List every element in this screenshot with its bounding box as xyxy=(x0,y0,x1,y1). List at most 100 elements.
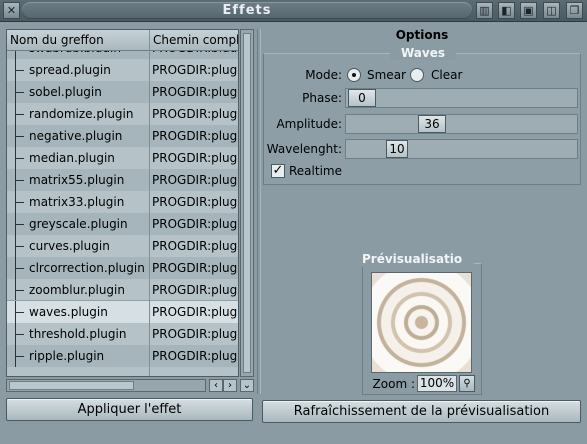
realtime-checkbox[interactable]: ✓ xyxy=(271,164,285,178)
plugin-path: PROGDIR:plugi xyxy=(152,51,238,52)
plugin-list[interactable]: Nom du greffon Chemin comple swaprgb.plu… xyxy=(6,29,239,377)
plugin-path: PROGDIR:plugi xyxy=(152,63,239,77)
options-title: Options xyxy=(395,28,449,42)
plugin-path: PROGDIR:plugi xyxy=(152,195,239,209)
panel-splitter[interactable] xyxy=(257,29,261,394)
amplitude-slider[interactable]: 36 xyxy=(345,114,578,134)
plugin-name: curves.plugin xyxy=(29,239,110,253)
list-item[interactable]: median.plugin PROGDIR:plugi xyxy=(7,147,239,169)
magnifier-icon[interactable]: ⚲ xyxy=(459,375,475,392)
list-item[interactable]: threshold.plugin PROGDIR:plugi xyxy=(7,323,239,345)
zoom-value[interactable]: 100% xyxy=(417,375,457,392)
horizontal-scrollbar[interactable] xyxy=(6,379,206,392)
amplitude-label: Amplitude: xyxy=(276,117,342,131)
plugin-name: ripple.plugin xyxy=(29,349,105,363)
list-item[interactable]: spread.plugin PROGDIR:plugi xyxy=(7,59,239,81)
mode-clear-label[interactable]: Clear xyxy=(431,65,462,85)
phase-slider-knob[interactable]: 0 xyxy=(348,89,376,107)
title-pill: Effets xyxy=(22,2,472,19)
tree-line-icon xyxy=(15,345,25,367)
vertical-scroll-thumb[interactable] xyxy=(243,33,251,373)
plugin-name: median.plugin xyxy=(29,151,115,165)
plugin-path: PROGDIR:plugi xyxy=(152,239,239,253)
iconify-icon[interactable]: ▥ xyxy=(476,2,493,19)
mode-smear-label[interactable]: Smear xyxy=(367,65,406,85)
waves-group-title: Waves xyxy=(390,46,456,60)
list-item[interactable]: ripple.plugin PROGDIR:plugi xyxy=(7,345,239,367)
refresh-preview-button[interactable]: Rafraîchissement de la prévisualisation xyxy=(262,400,581,423)
tree-line-icon xyxy=(15,213,25,235)
list-item[interactable]: curves.plugin PROGDIR:plugi xyxy=(7,235,239,257)
wavelength-slider-knob[interactable]: 10 xyxy=(386,140,408,158)
plugin-path: PROGDIR:plugi xyxy=(152,107,239,121)
list-rows: swaprgb.pluginPROGDIR:plugispread.plugin… xyxy=(7,51,239,367)
preview-image xyxy=(371,272,472,373)
mode-radio-smear[interactable] xyxy=(347,68,361,82)
popup-icon[interactable]: ▣ xyxy=(520,2,537,19)
plugin-path: PROGDIR:plugi xyxy=(152,305,239,319)
plugin-path: PROGDIR:plugi xyxy=(152,349,239,363)
vertical-scrollbar[interactable] xyxy=(240,29,254,377)
list-item[interactable]: randomize.plugin PROGDIR:plugi xyxy=(7,103,239,125)
tree-line-icon xyxy=(15,323,25,345)
close-icon[interactable]: ✕ xyxy=(3,2,20,19)
wavelength-label: Wavelenght: xyxy=(266,142,342,156)
phase-slider[interactable]: 0 xyxy=(345,88,578,108)
list-item[interactable]: swaprgb.pluginPROGDIR:plugi xyxy=(7,51,238,59)
list-item[interactable]: clrcorrection.plugin PROGDIR:plugi xyxy=(7,257,239,279)
depth-icon[interactable]: ❐ xyxy=(566,2,583,19)
tree-line-icon xyxy=(15,125,25,147)
plugin-name: spread.plugin xyxy=(29,63,111,77)
mode-radio-clear[interactable] xyxy=(410,68,424,82)
phase-label: Phase: xyxy=(302,91,342,105)
tree-line-icon xyxy=(15,169,25,191)
plugin-name: swaprgb.plugin xyxy=(29,51,149,52)
plugin-name: matrix33.plugin xyxy=(29,195,125,209)
list-item[interactable]: negative.plugin PROGDIR:plugi xyxy=(7,125,238,147)
snapshot-icon[interactable]: ◧ xyxy=(498,2,515,19)
column-header-path[interactable]: Chemin comple xyxy=(150,30,238,51)
plugin-path: PROGDIR:plugi xyxy=(152,173,239,187)
plugin-path: PROGDIR:plugi xyxy=(152,85,239,99)
list-item[interactable]: matrix33.plugin PROGDIR:plugi xyxy=(7,191,239,213)
list-item[interactable]: matrix55.plugin PROGDIR:plugi xyxy=(7,169,239,191)
plugin-path: PROGDIR:plugi xyxy=(152,151,239,165)
scroll-left-icon[interactable]: ‹ xyxy=(209,379,223,392)
column-header-name[interactable]: Nom du greffon xyxy=(7,30,149,51)
list-header: Nom du greffon Chemin comple xyxy=(7,30,238,51)
realtime-label[interactable]: Realtime xyxy=(289,162,342,180)
plugin-path: PROGDIR:plugi xyxy=(152,261,239,275)
plugin-name: threshold.plugin xyxy=(29,327,127,341)
tree-line-icon xyxy=(15,59,25,81)
tree-line-icon xyxy=(15,279,25,301)
scroll-right-icon[interactable]: › xyxy=(223,379,237,392)
tree-line-icon xyxy=(15,257,25,279)
title-bar[interactable]: ✕ Effets ▥ ◧ ▣ ◫ ❐ xyxy=(0,0,587,22)
tree-line-icon xyxy=(15,191,25,213)
plugin-path: PROGDIR:plugi xyxy=(152,217,239,231)
list-item[interactable]: zoomblur.plugin PROGDIR:plugi xyxy=(7,279,239,301)
plugin-name: greyscale.plugin xyxy=(29,217,128,231)
plugin-name: waves.plugin xyxy=(29,305,108,319)
plugin-name: sobel.plugin xyxy=(29,85,102,99)
zoom-label: Zoom : xyxy=(372,377,415,391)
plugin-path: PROGDIR:plugi xyxy=(152,327,239,341)
list-item[interactable]: greyscale.plugin PROGDIR:plugi xyxy=(7,213,239,235)
window-title: Effets xyxy=(222,3,272,18)
list-item[interactable]: waves.plugin PROGDIR:plugi xyxy=(7,300,239,324)
apply-effect-button[interactable]: Appliquer l'effet xyxy=(6,398,253,421)
tree-line-icon xyxy=(15,235,25,257)
plugin-name: negative.plugin xyxy=(29,129,123,143)
preview-title: Prévisualisatio xyxy=(362,252,474,267)
scroll-down-icon[interactable]: ⌄ xyxy=(240,379,254,392)
plugin-path: PROGDIR:plugi xyxy=(152,283,239,297)
column-separator[interactable] xyxy=(149,30,150,376)
plugin-name: clrcorrection.plugin xyxy=(29,261,145,275)
zoom-icon[interactable]: ◫ xyxy=(543,2,560,19)
horizontal-scroll-thumb[interactable] xyxy=(9,381,134,390)
wavelength-slider[interactable]: 10 xyxy=(345,139,578,159)
tree-line-icon xyxy=(15,81,25,103)
tree-line-icon xyxy=(15,301,25,323)
amplitude-slider-knob[interactable]: 36 xyxy=(418,115,446,133)
list-item[interactable]: sobel.plugin PROGDIR:plugi xyxy=(7,81,239,103)
